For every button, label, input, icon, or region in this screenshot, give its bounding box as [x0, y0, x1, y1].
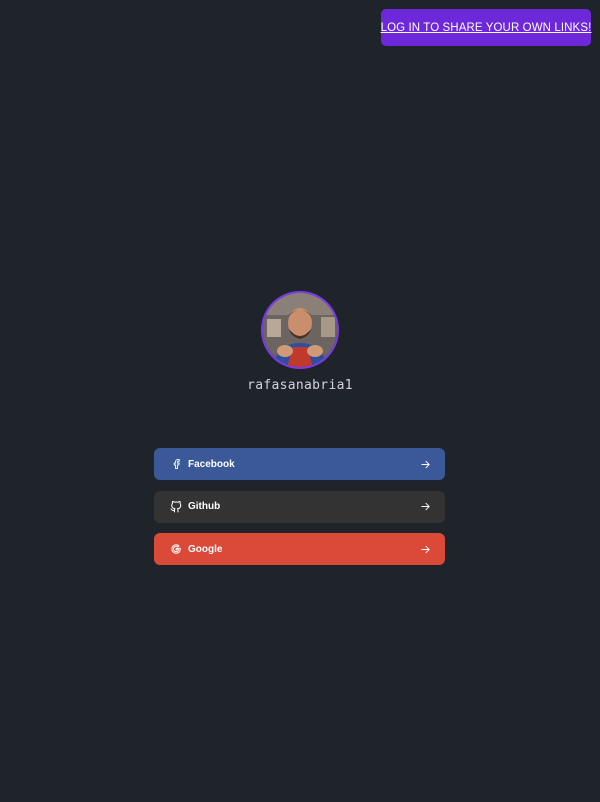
- facebook-icon: [170, 458, 182, 470]
- github-icon: [170, 500, 182, 513]
- google-icon: [170, 543, 182, 555]
- github-link-button[interactable]: Github: [154, 490, 445, 523]
- arrow-right-icon: [419, 458, 431, 470]
- login-share-links-button[interactable]: LOG IN TO SHARE YOUR OWN LINKS!: [381, 9, 591, 46]
- facebook-link-button[interactable]: Facebook: [154, 448, 445, 480]
- username: rafasanabria1: [247, 378, 353, 393]
- facebook-link-label: Facebook: [188, 458, 235, 470]
- github-link-label: Github: [188, 501, 221, 512]
- google-link-button[interactable]: Google: [154, 533, 445, 565]
- profile-section: rafasanabria1: [0, 291, 600, 393]
- avatar: [261, 291, 339, 369]
- arrow-right-icon: [419, 543, 431, 555]
- google-link-label: Google: [188, 543, 223, 555]
- avatar-photo: [263, 293, 337, 367]
- links-list: Facebook Github Google: [154, 448, 445, 576]
- arrow-right-icon: [419, 501, 431, 513]
